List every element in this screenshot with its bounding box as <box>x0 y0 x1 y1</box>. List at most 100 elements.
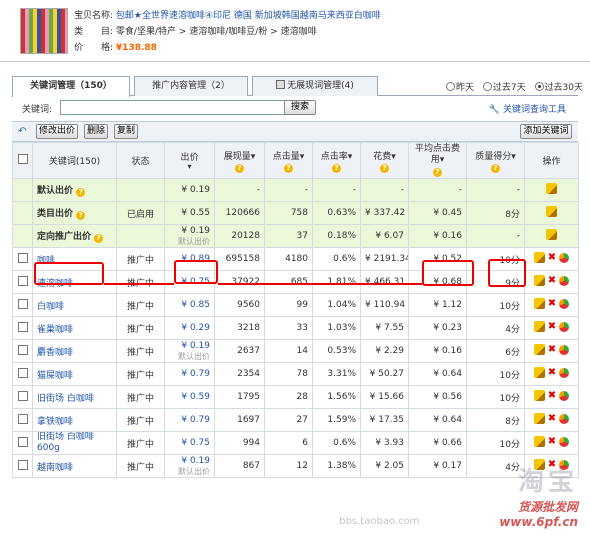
search-button[interactable]: 搜索 <box>284 100 316 115</box>
filter-icon: ↶ <box>18 126 27 137</box>
keyword-link[interactable]: 白咖啡 <box>32 293 117 317</box>
edit-icon[interactable] <box>546 183 557 194</box>
edit-icon[interactable] <box>533 321 545 332</box>
edit-icon[interactable] <box>533 459 545 470</box>
product-thumbnail[interactable] <box>20 8 68 54</box>
clicks-cell: 685 <box>264 270 313 294</box>
edit-icon[interactable] <box>546 229 557 240</box>
edit-icon[interactable] <box>533 413 545 424</box>
bid-cell[interactable]: ¥ 0.59 <box>164 385 215 409</box>
delete-icon[interactable]: ✖ <box>548 252 556 263</box>
row-checkbox[interactable] <box>17 298 28 309</box>
bid-value: ¥ 0.75 <box>181 438 210 448</box>
delete-button[interactable]: 删除 <box>84 124 108 139</box>
edit-icon[interactable] <box>533 344 545 355</box>
keyword-search-input[interactable] <box>60 100 286 115</box>
edit-bid-button[interactable]: 修改出价 <box>36 124 78 139</box>
report-pie-icon[interactable] <box>559 413 570 424</box>
delete-icon[interactable]: ✖ <box>548 344 556 355</box>
report-pie-icon[interactable] <box>559 436 570 447</box>
radio-yesterday[interactable]: 昨天 <box>446 80 474 93</box>
delete-icon[interactable]: ✖ <box>548 413 556 424</box>
keyword-link[interactable]: 速溶咖啡 <box>32 270 117 294</box>
bid-cell[interactable]: ¥ 0.79 <box>164 362 215 386</box>
report-pie-icon[interactable] <box>559 367 570 378</box>
row-operations: ✖ <box>533 252 570 263</box>
bid-cell[interactable]: ¥ 0.85 <box>164 293 215 317</box>
bid-cell[interactable]: ¥ 0.89 <box>164 247 215 271</box>
delete-icon[interactable]: ✖ <box>548 275 556 286</box>
row-checkbox[interactable] <box>17 436 28 447</box>
edit-icon[interactable] <box>533 275 545 286</box>
header-clicks[interactable]: 点击量▾? <box>264 142 313 179</box>
header-quality[interactable]: 质量得分▾? <box>466 142 525 179</box>
row-checkbox[interactable] <box>17 413 28 424</box>
header-ctr[interactable]: 点击率▾? <box>312 142 361 179</box>
cost-cell: ¥ 2.29 <box>360 339 409 363</box>
keyword-link[interactable]: 旧街场 白咖啡 <box>32 385 117 409</box>
report-pie-icon[interactable] <box>559 321 570 332</box>
bid-cell[interactable]: ¥ 0.19 <box>164 178 215 202</box>
edit-icon[interactable] <box>533 367 545 378</box>
product-name-link[interactable]: 包邮★全世界速溶咖啡④印尼 德国 新加坡韩国越南马来西亚白咖啡 <box>116 11 381 21</box>
bid-cell[interactable]: ¥ 0.79 <box>164 408 215 432</box>
header-bid[interactable]: 出价 ▾ <box>164 142 215 179</box>
keyword-link[interactable]: 拿铁咖啡 <box>32 408 117 432</box>
row-checkbox[interactable] <box>17 367 28 378</box>
ctr-cell: 1.03% <box>312 316 361 340</box>
header-avg-cpc[interactable]: 平均点击费用▾? <box>408 142 467 179</box>
bid-cell[interactable]: ¥ 0.29 <box>164 316 215 340</box>
keyword-link[interactable]: 猫屎咖啡 <box>32 362 117 386</box>
report-pie-icon[interactable] <box>559 344 570 355</box>
edit-icon[interactable] <box>533 252 545 263</box>
tab-keyword-management[interactable]: 关键词管理（150） <box>12 76 130 97</box>
keyword-link[interactable]: 咖啡 <box>32 247 117 271</box>
keyword-link[interactable]: 麝香咖啡 <box>32 339 117 363</box>
add-keyword-button[interactable]: 添加关键词 <box>520 124 572 139</box>
delete-icon[interactable]: ✖ <box>548 321 556 332</box>
row-checkbox[interactable] <box>17 252 28 263</box>
row-checkbox[interactable] <box>17 344 28 355</box>
delete-icon[interactable]: ✖ <box>548 390 556 401</box>
tab-promotion-content[interactable]: 推广内容管理（2） <box>134 76 248 96</box>
delete-icon[interactable]: ✖ <box>548 298 556 309</box>
bid-cell[interactable]: ¥ 0.55 <box>164 201 215 225</box>
bid-cell[interactable]: ¥ 0.19 默认出价 <box>164 224 215 248</box>
keyword-link[interactable]: 雀巢咖啡 <box>32 316 117 340</box>
row-checkbox[interactable] <box>17 321 28 332</box>
report-pie-icon[interactable] <box>559 459 570 470</box>
edit-icon[interactable] <box>546 206 557 217</box>
delete-icon[interactable]: ✖ <box>548 459 556 470</box>
keyword-link[interactable]: 旧街场 白咖啡 600g <box>32 431 117 455</box>
delete-icon[interactable]: ✖ <box>548 367 556 378</box>
copy-button[interactable]: 复制 <box>114 124 138 139</box>
delete-icon[interactable]: ✖ <box>548 436 556 447</box>
edit-icon[interactable] <box>533 298 545 309</box>
tab-no-impression-words[interactable]: 无展现词管理(4) <box>252 76 378 96</box>
report-pie-icon[interactable] <box>559 298 570 309</box>
table-row: 白咖啡 推广中 ¥ 0.85 9560 99 1.04% ¥ 110.94 ¥ 1.12 10分… <box>12 293 579 317</box>
help-icon: ? <box>332 163 341 173</box>
bid-cell[interactable]: ¥ 0.75 <box>164 270 215 294</box>
bid-cell[interactable]: ¥ 0.75 <box>164 431 215 455</box>
report-pie-icon[interactable] <box>559 252 570 263</box>
header-impressions[interactable]: 展现量▾? <box>214 142 265 179</box>
table-row: 旧街场 白咖啡 600g 推广中 ¥ 0.75 994 6 0.6% ¥ 3.93 ¥ 0.6… <box>12 431 579 455</box>
keyword-link[interactable]: 越南咖啡 <box>32 454 117 478</box>
status-cell: 推广中 <box>116 247 165 271</box>
row-checkbox[interactable] <box>17 459 28 470</box>
header-cost[interactable]: 花费▾? <box>360 142 409 179</box>
edit-icon[interactable] <box>533 390 545 401</box>
keyword-tool-link[interactable]: 🔧 关键词查询工具 <box>489 102 566 115</box>
row-checkbox[interactable] <box>17 390 28 401</box>
ctr-cell: 0.53% <box>312 339 361 363</box>
bid-cell[interactable]: ¥ 0.19 默认出价 <box>164 454 215 478</box>
bid-cell[interactable]: ¥ 0.19 默认出价 <box>164 339 215 363</box>
report-pie-icon[interactable] <box>559 390 570 401</box>
edit-icon[interactable] <box>533 436 545 447</box>
report-pie-icon[interactable] <box>559 275 570 286</box>
radio-past-7-days[interactable]: 过去7天 <box>482 80 526 93</box>
select-all-checkbox[interactable] <box>17 154 28 164</box>
radio-past-30-days[interactable]: 过去30天 <box>534 80 583 93</box>
row-checkbox[interactable] <box>17 275 28 286</box>
